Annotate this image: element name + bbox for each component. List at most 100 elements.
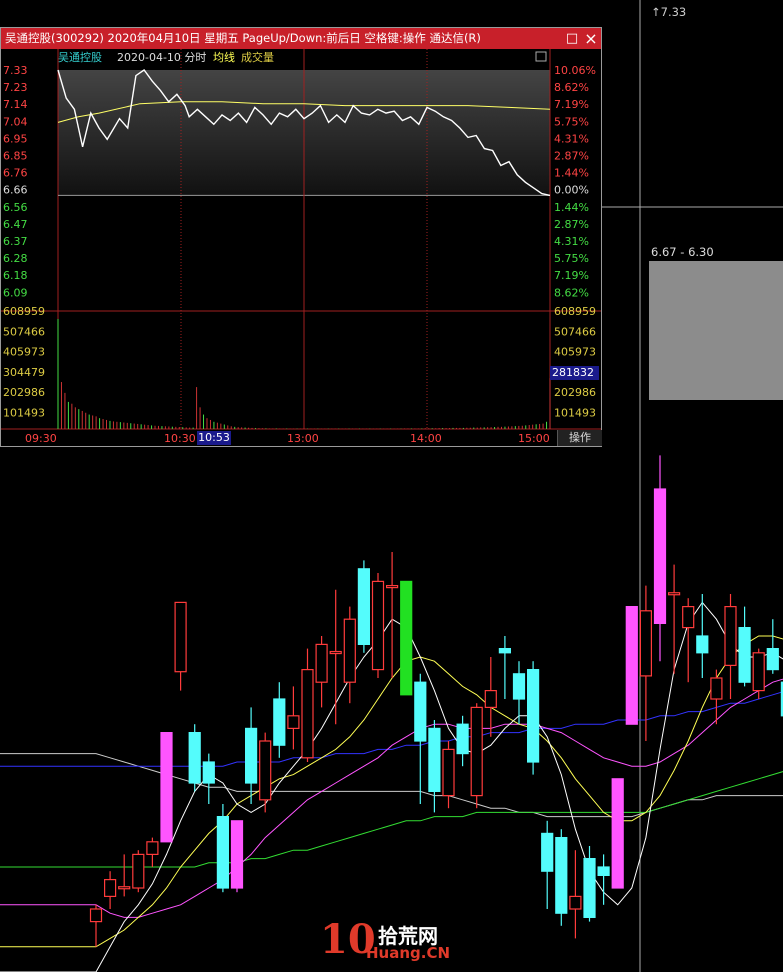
candle (301, 648, 314, 762)
pct-tick: 4.31% (554, 132, 589, 145)
candle (555, 829, 568, 926)
price-tick: 7.33 (3, 64, 28, 77)
candle (470, 703, 483, 809)
price-tick: 6.95 (3, 132, 28, 145)
candle (442, 741, 455, 809)
candle (146, 837, 159, 867)
price-tick: 7.04 (3, 115, 28, 128)
candle (357, 560, 370, 653)
arrow-left-icon: ↑ (651, 5, 661, 19)
volume-tick-right: 101493 (554, 407, 596, 420)
candle-body (639, 610, 653, 677)
candle-body (371, 580, 385, 671)
window-toggle-icon[interactable] (535, 51, 547, 62)
range-label: 6.67 - 6.30 (651, 245, 714, 259)
pct-tick: 1.44% (554, 201, 589, 214)
candle-body (597, 866, 610, 876)
candle-body (245, 727, 258, 784)
intraday-chart[interactable]: 吴通控股 2020-04-10 分时 均线 成交量 7.33 10.06% 7.23… (1, 49, 601, 446)
pct-tick: 5.75% (554, 115, 589, 128)
candle (273, 682, 286, 758)
candle-body (498, 647, 511, 654)
time-tick: 15:00 (518, 432, 550, 445)
price-tick: 6.56 (3, 201, 28, 214)
time-tick: 09:30 (25, 432, 57, 445)
candle-body (682, 605, 695, 629)
volume-tick: 202986 (3, 386, 45, 399)
candle-body (174, 601, 187, 673)
candle (512, 661, 526, 725)
candle-body (230, 820, 244, 889)
candle (766, 619, 779, 674)
candle (118, 854, 131, 897)
candle (259, 732, 272, 813)
candle (738, 606, 751, 687)
volume-tick: 101493 (3, 407, 45, 420)
candle-body (400, 580, 413, 696)
candle-body (414, 681, 427, 742)
watermark-url: Huang.CN (366, 944, 451, 962)
candle-body (89, 908, 103, 923)
candle (386, 552, 399, 678)
candle (639, 585, 653, 741)
legend-volume: 成交量 (241, 50, 274, 64)
candle-body (428, 727, 441, 793)
pct-tick: 2.87% (554, 150, 589, 163)
maximize-button[interactable]: □ (563, 28, 581, 49)
ma20-line (0, 678, 783, 918)
candle-body (752, 652, 765, 692)
legend-date: 2020-04-10 分时 (117, 51, 206, 64)
candle (216, 804, 229, 893)
candle-body (555, 836, 568, 914)
candle (188, 724, 201, 792)
candle-body (386, 584, 399, 589)
candle-body (188, 731, 201, 784)
candle (611, 778, 624, 889)
cursor-time-label: 10:53 (197, 431, 231, 445)
candle-body (569, 895, 582, 910)
crosshair-price-value: 7.33 (660, 5, 687, 19)
price-tick: 6.47 (3, 218, 28, 231)
candle-body (653, 488, 667, 624)
candle-body (343, 618, 356, 683)
watermark-logo: 10 拾荒网 Huang.CN (320, 918, 460, 968)
volume-tick-right: 405973 (554, 346, 596, 359)
candle (569, 850, 582, 939)
candle-body (287, 715, 300, 729)
candle (682, 598, 695, 683)
operate-tab[interactable]: 操作 (557, 430, 602, 446)
price-tick: 6.18 (3, 269, 28, 282)
candle-body (696, 635, 709, 654)
candle-body (273, 698, 286, 746)
time-tick: 14:00 (410, 432, 442, 445)
volume-tick-right: 202986 (554, 386, 596, 399)
volume-tick-right: 507466 (554, 325, 596, 338)
candle (526, 661, 540, 775)
close-button[interactable]: × (582, 28, 600, 49)
candle (329, 589, 342, 725)
candle (371, 573, 385, 678)
candle-body (625, 605, 638, 725)
candle-body (216, 815, 229, 889)
price-tick: 6.09 (3, 286, 28, 299)
candle (202, 753, 215, 804)
candle (230, 820, 244, 893)
pct-tick: 7.19% (554, 269, 589, 282)
candle (498, 636, 511, 699)
intraday-popup-window[interactable]: 吴通控股(300292) 2020年04月10日 星期五 PageUp/Down… (0, 27, 602, 447)
pct-tick: 7.19% (554, 98, 589, 111)
popup-titlebar[interactable]: 吴通控股(300292) 2020年04月10日 星期五 PageUp/Down… (1, 28, 601, 49)
candle-body (132, 853, 145, 889)
candle (132, 850, 145, 893)
candle-body (541, 832, 554, 872)
volume-tick: 304479 (3, 366, 45, 379)
candle (103, 871, 117, 909)
candle-body (103, 878, 117, 897)
candle (160, 731, 173, 843)
candle (287, 686, 300, 750)
pct-tick: 4.31% (554, 235, 589, 248)
candle-body (160, 731, 173, 843)
pct-tick: 10.06% (554, 64, 596, 77)
candle (428, 720, 441, 813)
candle-body (456, 723, 469, 755)
